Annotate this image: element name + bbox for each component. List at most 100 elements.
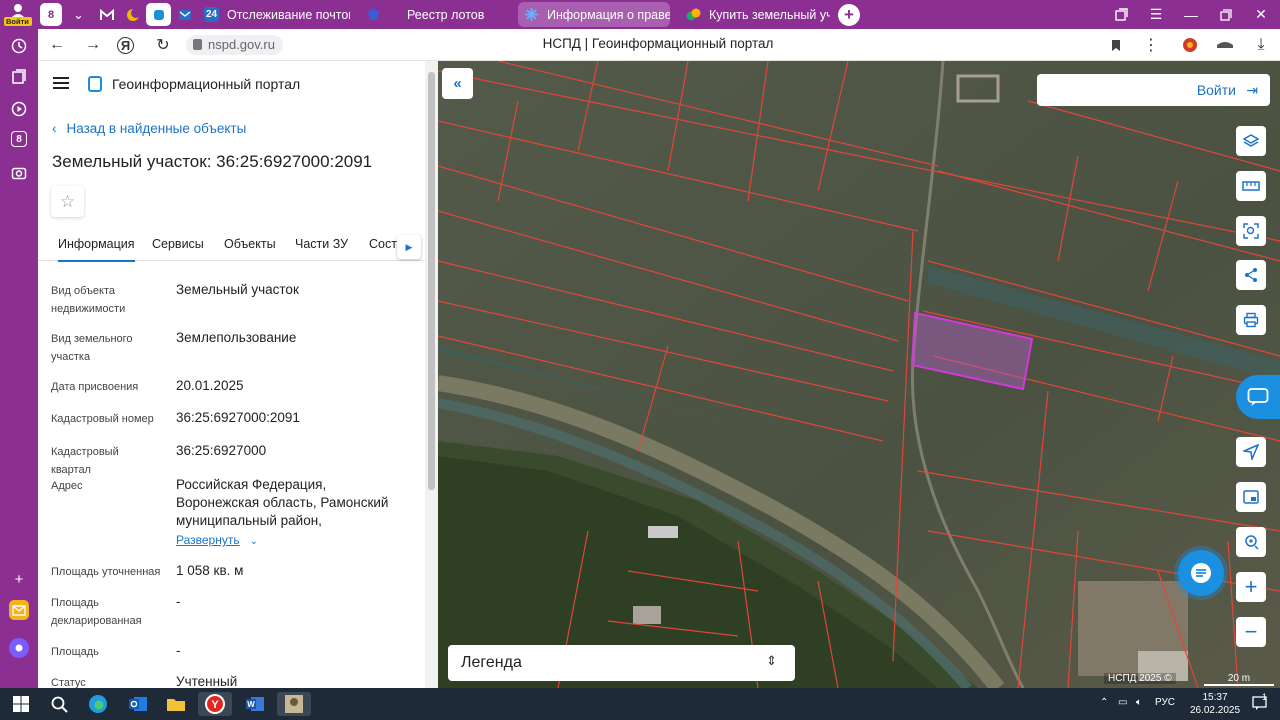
share-icon [1245,268,1257,282]
extension-icon[interactable] [1179,34,1201,56]
print-button[interactable] [1236,305,1266,335]
language-indicator[interactable]: РУС [1155,697,1175,708]
location-pin-button[interactable] [1236,527,1266,557]
tab-right-info[interactable]: Информация о праве ✕ [518,2,670,27]
zoom-in-button[interactable]: + [1236,572,1266,602]
minimap-button[interactable] [1236,482,1266,512]
tab-label: Отслеживание почтового [227,7,350,22]
cadastral-map[interactable] [438,61,1280,688]
minimize-icon[interactable]: — [1174,0,1208,29]
new-tab-plus-icon[interactable]: + [838,4,860,26]
support-chat-button[interactable] [1178,550,1224,596]
history-icon[interactable] [9,36,29,56]
back-arrow-icon[interactable]: ← [46,34,68,56]
zoom-out-button[interactable]: − [1236,617,1266,647]
chat-lines-icon [1191,563,1211,583]
ruler-button[interactable] [1236,171,1266,201]
portal-logo-icon [88,76,102,92]
network-icon[interactable]: ▭ [1118,697,1127,708]
share-button[interactable] [1236,260,1266,290]
extension-cap-icon[interactable] [1214,34,1236,56]
print-icon [1243,312,1259,328]
double-chevron-left-icon: « [453,75,462,92]
collections-icon[interactable] [1104,0,1138,29]
close-window-icon[interactable]: ✕ [1244,0,1278,29]
bookmarks-icon[interactable] [9,67,29,87]
file-explorer-icon[interactable] [161,692,191,716]
map-copyright: НСПД 2025 © [1104,673,1176,684]
edge-browser-icon[interactable] [83,692,113,716]
chat-promo-icon [1247,388,1269,406]
pinned-tab-moon-icon[interactable] [120,3,145,26]
tab-label: Информация о праве [547,7,670,22]
svg-text:W: W [247,700,255,709]
row-value: Земельный участок [176,282,299,297]
tab-counter-side-icon[interactable]: 8 [11,131,27,147]
browser-menu-icon[interactable]: ☰ [1139,0,1173,29]
yandex-browser-taskbar-icon[interactable]: Y [198,692,232,716]
mail-app-icon[interactable] [9,600,29,620]
row-value: Землепользование [176,330,297,345]
legend-dropdown[interactable]: Легенда ⇕ [448,645,795,681]
house-icon [686,7,701,22]
ruler-icon [1242,181,1260,191]
more-options-icon[interactable]: ⋮ [1140,34,1162,56]
pinned-tab-disk-icon[interactable] [146,3,171,26]
forward-arrow-icon[interactable]: → [82,34,104,56]
url-field[interactable]: nspd.gov.ru [186,35,283,55]
downloads-icon[interactable]: ⤓ [1250,34,1272,56]
clock-date: 26.02.2025 [1189,705,1241,716]
promo-widget-button[interactable] [1236,375,1280,419]
row-label: Площадь декларированная [51,597,142,627]
expand-address-link[interactable]: Развернуть ⌄ [176,533,258,547]
screen: Войти 8 ⌄ 24 Отслеживание почтового Реес… [0,0,1280,720]
volume-icon[interactable]: 🔈︎ [1136,697,1142,708]
tab-buy-land[interactable]: Купить земельный участ [680,2,830,27]
outlook-icon[interactable] [123,692,153,716]
favorite-star-button[interactable]: ☆ [51,186,84,217]
add-panel-plus-icon[interactable]: + [9,569,29,589]
minus-icon: − [1244,619,1258,644]
area-search-button[interactable] [1236,216,1266,246]
geolocation-button[interactable] [1236,437,1266,467]
assistant-alice-icon[interactable] [9,638,29,658]
tabs-dropdown-icon[interactable]: ⌄ [66,3,91,26]
object-title: Земельный участок: 36:25:6927000:2091 [52,152,373,171]
tray-chevron-icon[interactable]: ⌃ [1100,697,1108,708]
tab-information[interactable]: Информация [58,237,135,262]
tab-parts[interactable]: Части ЗУ [295,237,348,251]
pinned-tab-inbox-icon[interactable] [172,3,197,26]
bookmark-flag-icon[interactable] [1105,34,1127,56]
tab-objects[interactable]: Объекты [224,237,276,251]
yandex-logo-icon[interactable]: Я [117,37,134,54]
tab-services[interactable]: Сервисы [152,237,204,251]
updown-chevron-icon: ⇕ [766,653,777,668]
row-value: 1 058 кв. м [176,563,244,578]
pinned-tab-mail-icon[interactable] [94,3,119,26]
row-label: Адрес [51,480,83,492]
scanner-app-icon[interactable] [277,692,311,716]
search-icon[interactable] [44,692,74,716]
restore-icon[interactable] [1209,0,1243,29]
screenshot-icon[interactable] [9,163,29,183]
plus-icon: + [1244,574,1258,599]
video-play-icon[interactable] [9,99,29,119]
collapse-panel-button[interactable]: « [442,68,473,99]
panel-scroll-thumb[interactable] [428,72,435,490]
tab-mail-tracking[interactable]: 24 Отслеживание почтового [198,2,350,27]
profile-button[interactable]: Войти [0,0,36,29]
menu-hamburger-icon[interactable] [53,77,69,89]
expand-label: Развернуть [176,533,240,547]
reload-icon[interactable]: ↻ [152,34,174,56]
layers-button[interactable] [1236,126,1266,156]
system-clock[interactable]: 15:37 26.02.2025 [1188,691,1242,717]
login-button[interactable]: Войти ⇥ [1037,74,1270,106]
chevron-left-icon: ‹ [52,121,57,136]
tab-counter-button[interactable]: 8 [40,3,62,26]
tabs-scroll-right-icon[interactable]: ▶ [397,235,421,259]
satellite-map-layer [438,61,1280,688]
word-icon[interactable]: W [240,692,270,716]
windows-start-icon[interactable] [6,692,36,716]
back-to-results-link[interactable]: ‹ Назад в найденные объекты [52,121,246,136]
tab-lot-registry[interactable]: Реестр лотов [360,2,510,27]
